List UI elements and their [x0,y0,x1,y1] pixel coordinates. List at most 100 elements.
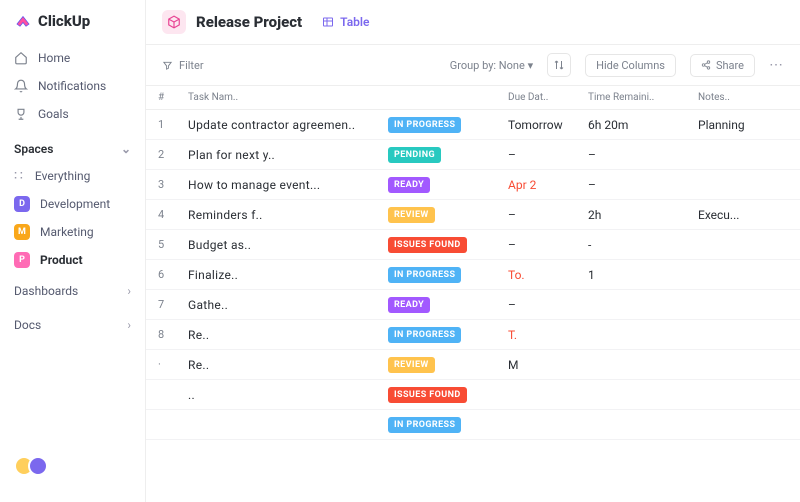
due-date[interactable]: – [508,298,588,312]
space-label: Product [40,253,83,267]
dashboards-label: Dashboards [14,284,78,298]
sidebar-docs[interactable]: Docs › [0,308,145,342]
time-remaining[interactable]: - [588,238,698,252]
status-cell[interactable]: REVIEW [388,206,508,223]
status-badge: READY [388,297,430,313]
logo-icon [14,12,32,30]
avatar [28,456,48,476]
table-row[interactable]: 5 Budget as.. ISSUES FOUND – - [146,230,800,260]
share-icon [701,60,711,70]
task-name[interactable]: How to manage event... [188,178,388,192]
task-name[interactable]: Budget as.. [188,238,388,252]
row-index: 5 [158,238,188,251]
task-name[interactable]: .. [188,388,388,402]
notes[interactable]: Execu... [698,208,788,222]
status-cell[interactable]: IN PROGRESS [388,416,508,433]
due-date[interactable]: – [508,208,588,222]
table-row[interactable]: · Re.. REVIEW M [146,350,800,380]
main: Release Project Table Filter Group by: N… [146,0,800,502]
table-row[interactable]: 4 Reminders f.. REVIEW – 2h Execu... [146,200,800,230]
col-remaining[interactable]: Time Remaini.. [588,92,698,103]
due-date[interactable]: Tomorrow [508,118,588,132]
status-cell[interactable]: IN PROGRESS [388,116,508,133]
time-remaining[interactable]: 6h 20m [588,118,698,132]
task-name[interactable]: Plan for next y.. [188,148,388,162]
status-badge: IN PROGRESS [388,327,461,343]
table-row[interactable]: 3 How to manage event... READY Apr 2 – [146,170,800,200]
due-date[interactable]: – [508,148,588,162]
docs-label: Docs [14,318,41,332]
filter-button[interactable]: Filter [162,59,204,72]
table-row[interactable]: 6 Finalize.. IN PROGRESS To. 1 [146,260,800,290]
status-cell[interactable]: READY [388,296,508,313]
task-name[interactable]: Reminders f.. [188,208,388,222]
row-index: 3 [158,178,188,191]
time-remaining[interactable]: – [588,178,698,192]
trophy-icon [14,107,28,121]
due-date[interactable]: M [508,358,588,372]
sidebar-dashboards[interactable]: Dashboards › [0,274,145,308]
status-cell[interactable]: IN PROGRESS [388,326,508,343]
space-label: Development [40,197,110,211]
table-row[interactable]: 2 Plan for next y.. PENDING – – [146,140,800,170]
status-cell[interactable]: IN PROGRESS [388,266,508,283]
chevron-right-icon: › [127,284,131,298]
col-idx[interactable]: # [158,92,188,103]
table-row[interactable]: 8 Re.. IN PROGRESS T. [146,320,800,350]
more-button[interactable]: ⋯ [769,57,784,73]
nav-home[interactable]: Home [0,44,145,72]
col-due[interactable]: Due Dat.. [508,92,588,103]
view-table-button[interactable]: Table [322,15,369,29]
task-name[interactable]: Re.. [188,358,388,372]
spaces-header[interactable]: Spaces ⌄ [0,128,145,162]
task-name[interactable]: Re.. [188,328,388,342]
bell-icon [14,79,28,93]
sort-button[interactable] [547,53,571,77]
sidebar-item-product[interactable]: PProduct [0,246,145,274]
sidebar-item-development[interactable]: DDevelopment [0,190,145,218]
logo[interactable]: ClickUp [0,12,145,44]
due-date[interactable]: Apr 2 [508,178,588,192]
filter-icon [162,60,173,71]
due-date[interactable]: T. [508,328,588,342]
status-badge: IN PROGRESS [388,417,461,433]
table-row[interactable]: .. ISSUES FOUND [146,380,800,410]
project-icon[interactable] [162,10,186,34]
col-name[interactable]: Task Nam.. [188,92,388,103]
task-name[interactable]: Gathe.. [188,298,388,312]
sidebar-item-marketing[interactable]: MMarketing [0,218,145,246]
task-name[interactable]: Finalize.. [188,268,388,282]
space-label: Marketing [40,225,94,239]
col-notes[interactable]: Notes.. [698,92,788,103]
table-row[interactable]: 1 Update contractor agreemen.. IN PROGRE… [146,110,800,140]
share-button[interactable]: Share [690,54,755,77]
avatar-group[interactable] [0,442,145,490]
share-label: Share [716,59,744,72]
time-remaining[interactable]: 2h [588,208,698,222]
groupby-select[interactable]: Group by: None ▾ [450,59,533,72]
notes[interactable]: Planning [698,118,788,132]
time-remaining[interactable]: 1 [588,268,698,282]
sidebar: ClickUp Home Notifications Goals Spaces … [0,0,146,502]
status-cell[interactable]: PENDING [388,146,508,163]
due-date[interactable]: – [508,238,588,252]
logo-text: ClickUp [38,12,90,30]
due-date[interactable]: To. [508,268,588,282]
row-index: 2 [158,148,188,161]
cube-icon [167,15,181,29]
status-cell[interactable]: REVIEW [388,356,508,373]
task-name[interactable]: Update contractor agreemen.. [188,118,388,132]
hide-columns-button[interactable]: Hide Columns [585,54,676,77]
status-badge: IN PROGRESS [388,267,461,283]
nav-notifications[interactable]: Notifications [0,72,145,100]
toolbar: Filter Group by: None ▾ Hide Columns Sha… [146,45,800,86]
status-cell[interactable]: READY [388,176,508,193]
nav-goals[interactable]: Goals [0,100,145,128]
sidebar-item-everything[interactable]: ∷ Everything [0,162,145,190]
grid-icon: ∷ [14,168,25,184]
table-row[interactable]: 7 Gathe.. READY – [146,290,800,320]
time-remaining[interactable]: – [588,148,698,162]
status-cell[interactable]: ISSUES FOUND [388,236,508,253]
status-cell[interactable]: ISSUES FOUND [388,386,508,403]
table-row[interactable]: IN PROGRESS [146,410,800,440]
